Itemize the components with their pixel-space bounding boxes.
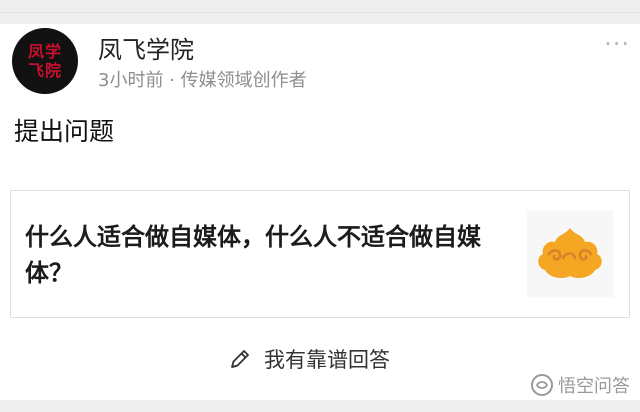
more-options-icon[interactable]: ··· [604,30,630,58]
wukong-cloud-icon [538,228,602,278]
top-separator [0,0,640,24]
bottom-separator [0,400,640,412]
post-action-label: 提出问题 [14,117,115,146]
answer-button-label: 我有靠谱回答 [264,348,390,372]
pencil-icon [231,350,249,368]
wukong-thumbnail [527,211,613,297]
author-name[interactable]: 凤飞学院 [98,30,194,65]
avatar[interactable]: 凤学飞院 [12,28,78,94]
watermark-text: 悟空问答 [558,376,630,397]
watermark: 悟空问答 [530,372,630,398]
question-card[interactable]: 什么人适合做自媒体，什么人不适合做自媒体？ [10,190,630,318]
avatar-text: 凤学飞院 [27,42,62,80]
answer-button[interactable]: 我有靠谱回答 [228,344,390,374]
wukong-logo-icon [531,374,553,396]
post-meta: 3小时前 · 传媒领域创作者 [98,70,307,91]
question-title: 什么人适合做自媒体，什么人不适合做自媒体？ [25,223,481,287]
